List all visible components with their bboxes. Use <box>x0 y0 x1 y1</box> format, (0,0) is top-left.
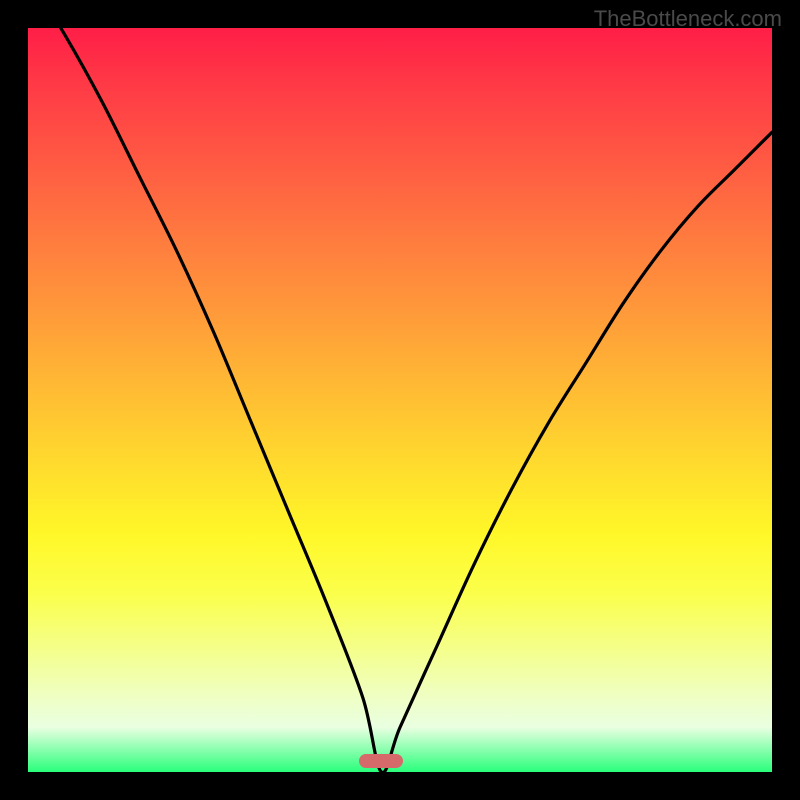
chart-plot-area <box>28 28 772 772</box>
optimal-marker <box>359 754 403 768</box>
watermark-text: TheBottleneck.com <box>594 6 782 32</box>
bottleneck-curve <box>28 28 772 772</box>
curve-line <box>28 28 772 772</box>
